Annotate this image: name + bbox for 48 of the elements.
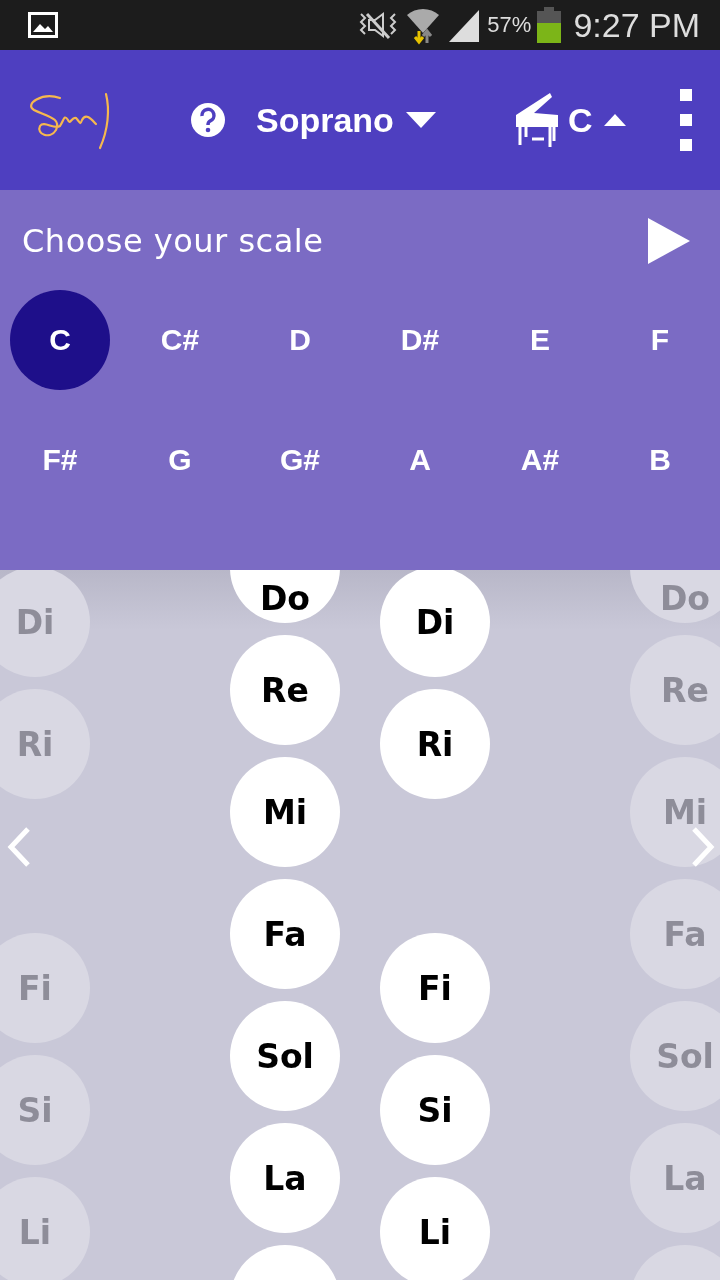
scale-key[interactable]: A — [370, 410, 470, 510]
panel-title: Choose your scale — [22, 222, 324, 260]
scale-key[interactable]: D# — [370, 290, 470, 390]
note-bubble[interactable]: Fi — [380, 933, 490, 1043]
note-bubble[interactable]: Li — [380, 1177, 490, 1280]
key-selector[interactable]: C — [567, 100, 627, 140]
note-bubble[interactable]: Re — [630, 635, 720, 745]
scale-key[interactable]: E — [490, 290, 590, 390]
scale-key[interactable]: D — [250, 290, 350, 390]
play-icon[interactable] — [648, 218, 690, 264]
battery-icon — [537, 7, 562, 43]
note-bubble[interactable]: Ri — [380, 689, 490, 799]
signal-icon — [447, 8, 482, 42]
piano-icon[interactable] — [513, 91, 560, 149]
caret-icon — [604, 114, 627, 126]
note-bubble[interactable]: Fa — [230, 879, 340, 989]
scale-key[interactable]: F# — [10, 410, 110, 510]
note-bubble[interactable]: Mi — [230, 757, 340, 867]
scale-key[interactable]: A# — [490, 410, 590, 510]
note-bubble[interactable]: Mi — [630, 757, 720, 867]
note-bubble[interactable]: Sol — [630, 1001, 720, 1111]
scale-key[interactable]: G# — [250, 410, 350, 510]
battery-percent: 57% — [487, 12, 532, 38]
note-bubble[interactable]: Fa — [630, 879, 720, 989]
scale-key[interactable]: G — [130, 410, 230, 510]
note-bubble[interactable]: Fi — [0, 933, 90, 1043]
image-icon — [28, 12, 58, 38]
note-bubble[interactable]: Ri — [0, 689, 90, 799]
note-bubble[interactable]: Sol — [230, 1001, 340, 1111]
note-bubble[interactable]: Re — [230, 635, 340, 745]
menu-icon[interactable] — [680, 89, 693, 151]
voice-dropdown[interactable]: Soprano — [256, 100, 436, 140]
note-bubble[interactable]: Do — [630, 570, 720, 623]
scale-key[interactable]: C# — [130, 290, 230, 390]
note-bubble[interactable]: Si — [0, 1055, 90, 1165]
scale-key[interactable]: B — [610, 410, 710, 510]
caret-icon — [405, 112, 436, 128]
help-icon[interactable] — [190, 102, 226, 138]
note-bubble[interactable]: Di — [380, 570, 490, 677]
clock-time: 9:27 PM — [573, 5, 700, 45]
note-bubble[interactable]: La — [230, 1123, 340, 1233]
note-bubble[interactable]: Do — [230, 570, 340, 623]
note-bubble[interactable]: La — [630, 1123, 720, 1233]
note-bubble[interactable]: Di — [0, 570, 90, 677]
note-bubble[interactable]: Li — [0, 1177, 90, 1280]
scale-key[interactable]: C — [10, 290, 110, 390]
scale-key[interactable]: F — [610, 290, 710, 390]
note-bubble[interactable]: Si — [380, 1055, 490, 1165]
